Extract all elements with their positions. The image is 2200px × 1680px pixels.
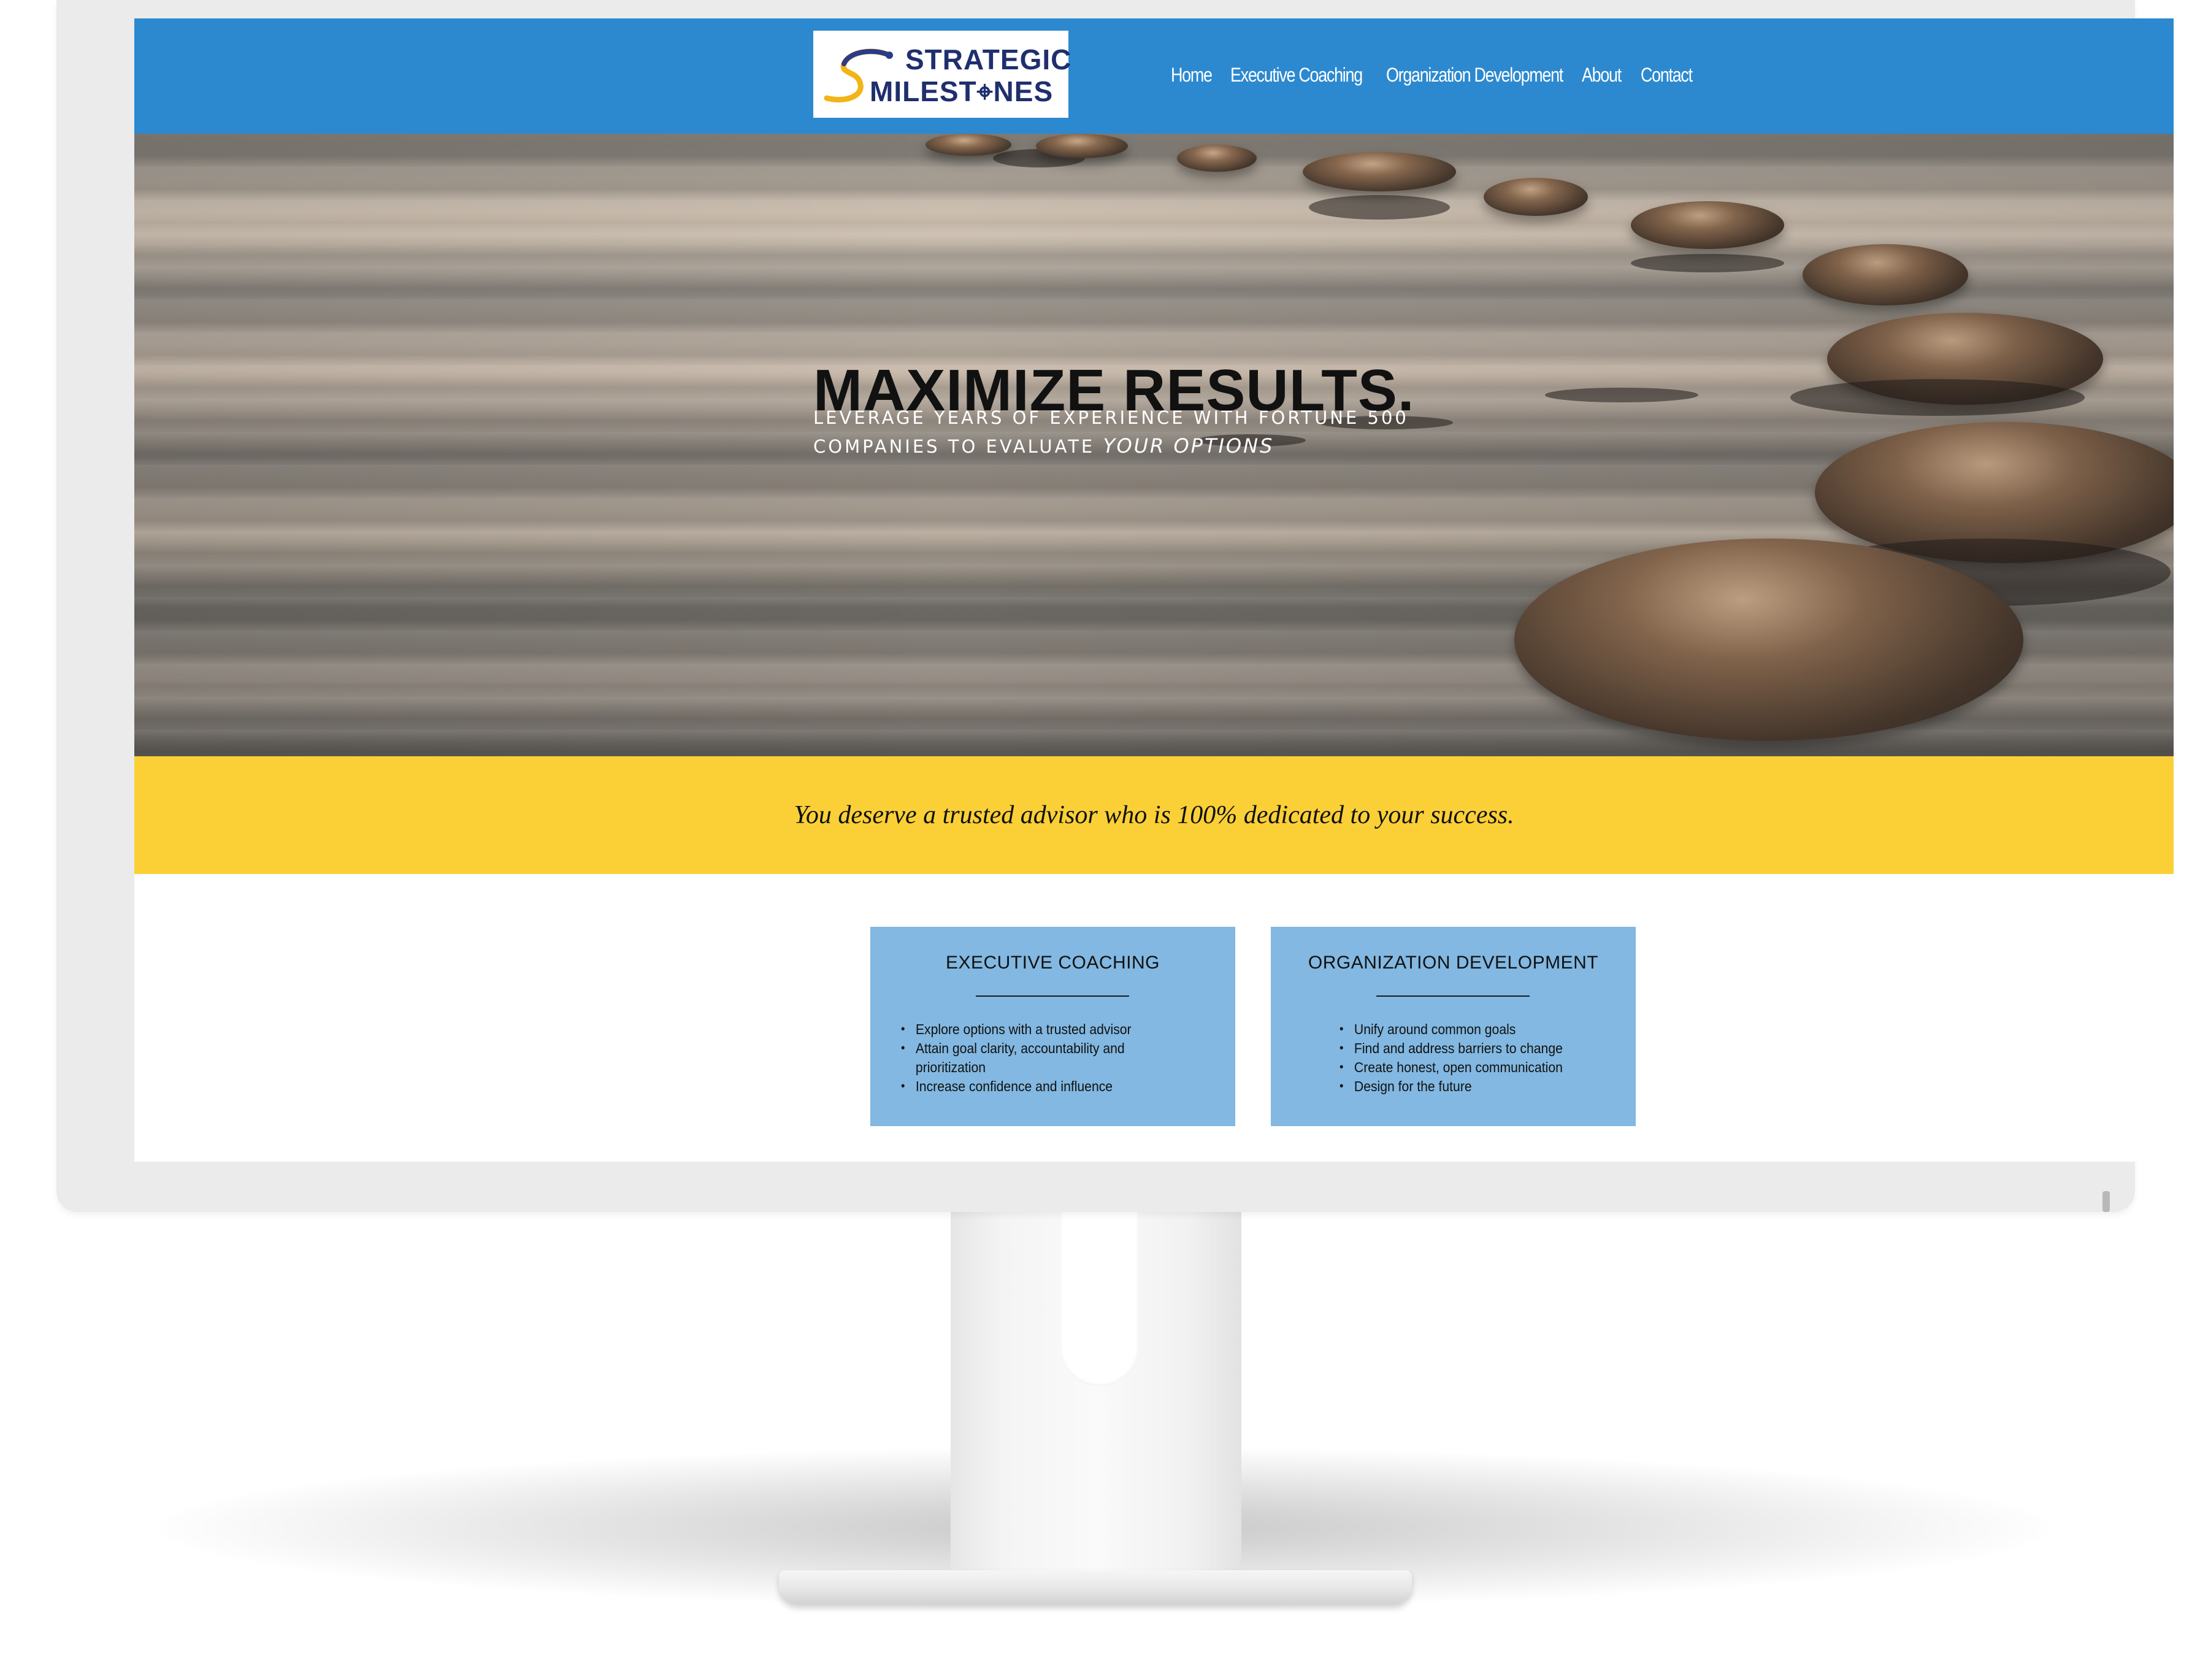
monitor-screen: STRATEGIC MILEST⌖NES Home Executive Coac… (134, 18, 2174, 1162)
card-bullet-list: Unify around common goals Find and addre… (1340, 1020, 1609, 1096)
card-title: ORGANIZATION DEVELOPMENT (1308, 953, 1599, 973)
stone-image (926, 134, 1011, 156)
tagline-text: You deserve a trusted advisor who is 100… (794, 801, 1514, 829)
list-item: Design for the future (1340, 1077, 1588, 1096)
stone-reflection (1790, 379, 2085, 416)
stone-image (1303, 152, 1456, 191)
stone-reflection (993, 149, 1085, 167)
stone-image (1036, 134, 1128, 158)
stone-image (1631, 201, 1784, 249)
site-header: STRATEGIC MILEST⌖NES Home Executive Coac… (134, 18, 2174, 134)
list-item: Create honest, open communication (1340, 1058, 1588, 1077)
hero-subtitle-line-1: LEVERAGE YEARS OF EXPERIENCE WITH FORTUN… (813, 407, 1409, 428)
stone-image (1484, 178, 1588, 216)
logo-text-milestones: MILEST⌖NES (870, 75, 1054, 107)
stone-reflection (1803, 539, 2171, 606)
nav-contact[interactable]: Contact (1641, 64, 1693, 94)
logo-text-strategic: STRATEGIC (905, 44, 1072, 75)
tagline-banner: You deserve a trusted advisor who is 100… (134, 756, 2174, 874)
hero-subtitle: LEVERAGE YEARS OF EXPERIENCE WITH FORTUN… (813, 404, 1409, 461)
list-item: Unify around common goals (1340, 1020, 1588, 1039)
card-organization-development[interactable]: ORGANIZATION DEVELOPMENT Unify around co… (1271, 927, 1636, 1126)
nav-executive-coaching[interactable]: Executive Coaching (1230, 64, 1363, 94)
monitor-stand-base (779, 1570, 1412, 1605)
list-item: Increase confidence and influence (901, 1077, 1149, 1096)
card-executive-coaching[interactable]: EXECUTIVE COACHING Explore options with … (870, 927, 1235, 1126)
stone-image (1514, 539, 2023, 741)
card-title: EXECUTIVE COACHING (945, 953, 1160, 973)
card-bullet-list: Explore options with a trusted advisor A… (901, 1020, 1171, 1096)
main-nav: Home Executive Coaching Organization Dev… (1171, 64, 1718, 94)
list-item: Find and address barriers to change (1340, 1039, 1588, 1058)
site-logo[interactable]: STRATEGIC MILEST⌖NES (813, 31, 1072, 118)
stone-reflection (1545, 388, 1698, 402)
hero-subtitle-text: COMPANIES TO EVALUATE (813, 436, 1095, 457)
monitor-stand-slot (1061, 1212, 1138, 1386)
card-divider (976, 995, 1129, 997)
nav-organization-development[interactable]: Organization Development (1386, 64, 1563, 94)
stone-image (1827, 313, 2103, 405)
hero-subtitle-emphasis: YOUR OPTIONS (1103, 434, 1274, 458)
scrollbar-thumb[interactable] (2102, 1191, 2110, 1212)
nav-about[interactable]: About (1582, 64, 1622, 94)
list-item: Attain goal clarity, accountability and … (901, 1039, 1149, 1077)
stone-image (1815, 422, 2174, 563)
stone-image (1177, 145, 1257, 172)
list-item: Explore options with a trusted advisor (901, 1020, 1149, 1039)
stone-reflection (1631, 254, 1784, 272)
hero-section: MAXIMIZE RESULTS. LEVERAGE YEARS OF EXPE… (134, 134, 2174, 756)
card-divider (1376, 995, 1530, 997)
nav-home[interactable]: Home (1171, 64, 1213, 94)
stone-image (1803, 244, 1968, 305)
stone-reflection (1309, 195, 1450, 220)
hero-subtitle-line-2: COMPANIES TO EVALUATE YOUR OPTIONS (813, 432, 1409, 461)
monitor-frame: STRATEGIC MILEST⌖NES Home Executive Coac… (56, 0, 2174, 1212)
